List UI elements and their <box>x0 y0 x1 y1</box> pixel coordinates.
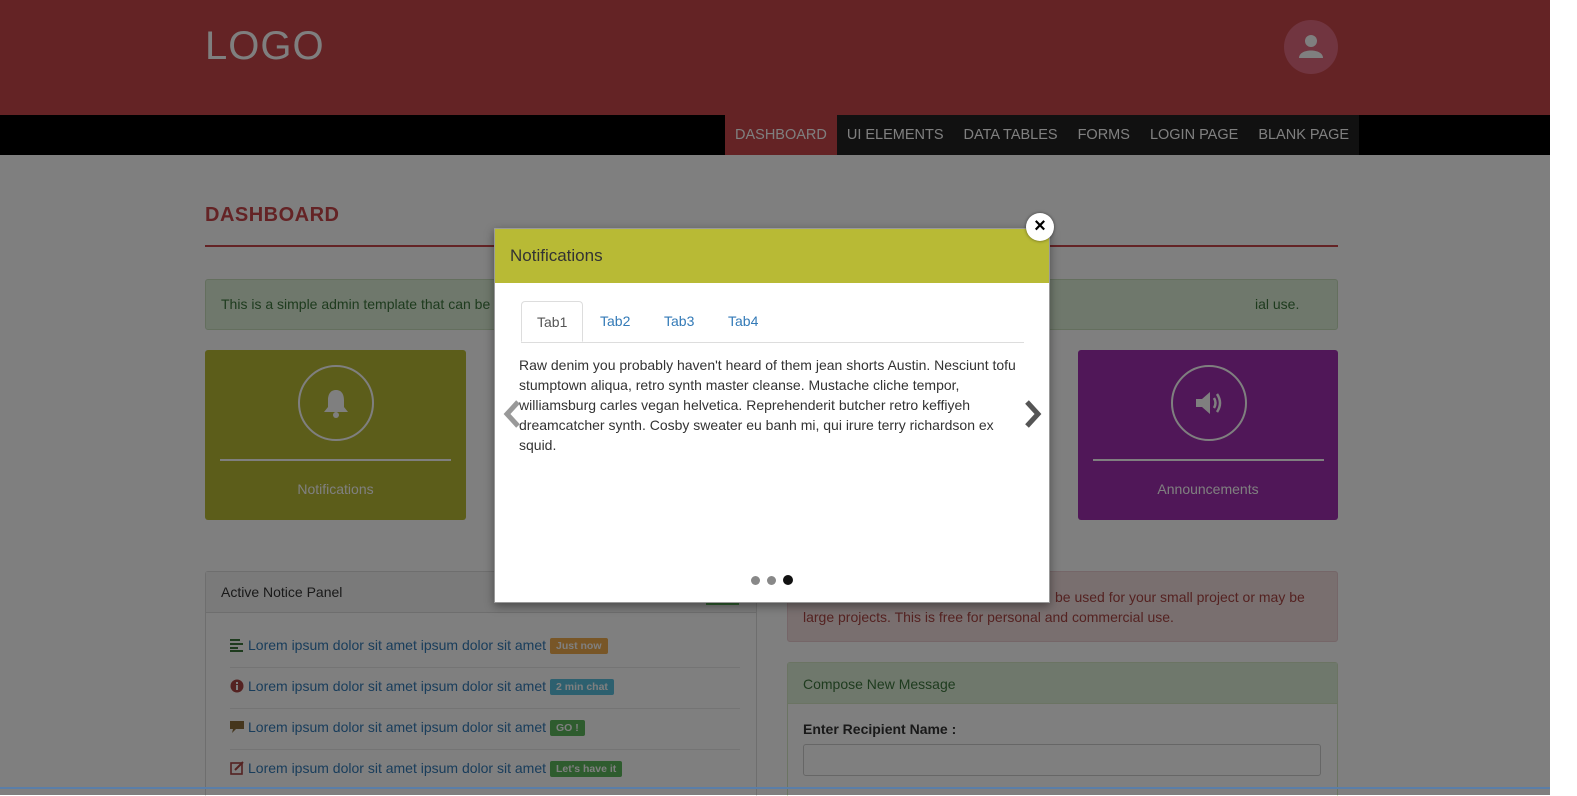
modal-close-button[interactable]: × <box>1026 213 1054 241</box>
tab-content: Raw denim you probably haven't heard of … <box>519 357 1016 453</box>
modal-header: Notifications <box>495 229 1049 283</box>
tab-3[interactable]: Tab3 <box>649 301 709 341</box>
notifications-modal: Notifications Tab1 Tab2 Tab3 Tab4 Raw de… <box>494 228 1050 603</box>
carousel-prev-icon[interactable] <box>502 399 522 429</box>
tab-2[interactable]: Tab2 <box>585 301 645 341</box>
modal-title: Notifications <box>510 246 603 265</box>
carousel-next-icon[interactable] <box>1023 399 1043 429</box>
modal-tabs: Tab1 Tab2 Tab3 Tab4 <box>521 301 1024 343</box>
bottom-edge <box>0 787 1550 789</box>
carousel-dot-active[interactable] <box>783 575 793 585</box>
carousel-dot[interactable] <box>751 576 760 585</box>
tab-4[interactable]: Tab4 <box>713 301 773 341</box>
carousel-dot[interactable] <box>767 576 776 585</box>
tab-1[interactable]: Tab1 <box>521 301 584 342</box>
